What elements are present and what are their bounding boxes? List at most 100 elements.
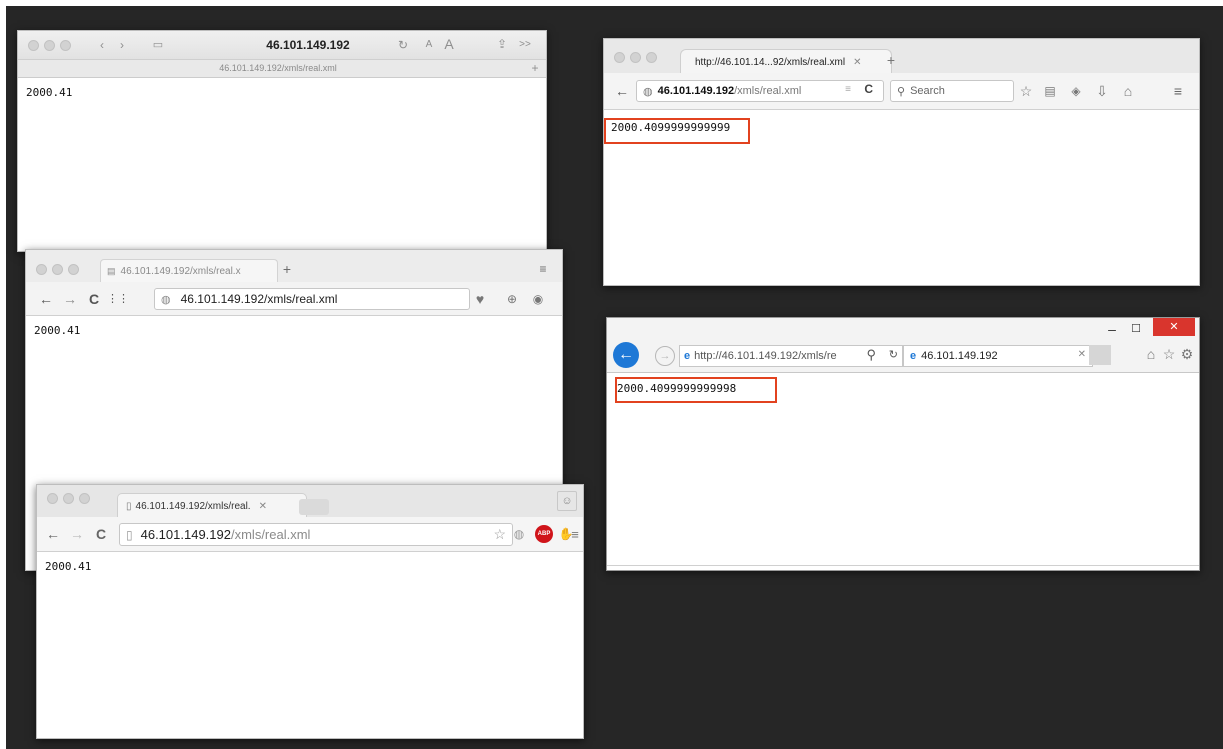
chrome-menu-icon[interactable]: ≡ bbox=[569, 526, 581, 542]
close-tab-icon[interactable]: ✕ bbox=[259, 501, 267, 512]
back-icon[interactable]: ← bbox=[38, 291, 54, 307]
safari-toolbar: ‹ › ▭ 46.101.149.192 ↻ A A ⇪ >> bbox=[18, 31, 546, 60]
highlight-box-firefox bbox=[604, 118, 750, 144]
download-icon[interactable]: ⊕ bbox=[504, 291, 520, 307]
forward-icon[interactable]: › bbox=[114, 37, 130, 53]
chrome-toolbar: ← → C ▯ 46.101.149.192 /xmls/real.xml ☆ … bbox=[37, 517, 583, 552]
firefox-address-bar[interactable]: ◍ 46.101.149.192 /xmls/real.xml ≡ C bbox=[636, 80, 884, 102]
tab-menu-icon[interactable]: ≡ bbox=[536, 262, 550, 276]
forward-icon[interactable]: → bbox=[69, 526, 85, 542]
ie-address-bar[interactable]: e http://46.101.149.192/xmls/re ⚲ ↻ bbox=[679, 345, 903, 367]
new-tab-button[interactable] bbox=[299, 499, 329, 515]
firefox-url-path: /xmls/real.xml bbox=[734, 85, 802, 97]
new-tab-icon[interactable]: + bbox=[528, 61, 542, 75]
firefox-search-placeholder: Search bbox=[910, 85, 945, 97]
ie-logo-icon: e bbox=[910, 350, 917, 362]
chrome-address-bar[interactable]: ▯ 46.101.149.192 /xmls/real.xml ☆ bbox=[119, 523, 513, 546]
adblock-plus-icon[interactable]: ABP bbox=[535, 525, 553, 543]
safari-tab-url[interactable]: 46.101.149.192/xmls/real.xml bbox=[138, 63, 418, 73]
home-icon[interactable]: ⌂ bbox=[1120, 83, 1136, 99]
xml-value: 2000.41 bbox=[26, 86, 73, 99]
maximize-icon[interactable]: ☐ bbox=[1127, 321, 1145, 337]
ie-url: http://46.101.149.192/xmls/re bbox=[694, 350, 837, 362]
bookmark-star-icon[interactable]: ☆ bbox=[1018, 83, 1034, 99]
favorites-star-icon[interactable]: ☆ bbox=[1161, 346, 1177, 362]
firefox-search-bar[interactable]: ⚲ Search bbox=[890, 80, 1014, 102]
pocket-icon[interactable]: ◈ bbox=[1068, 83, 1084, 99]
firefox-tab-strip: http://46.101.14...92/xmls/real.xml ✕ + bbox=[604, 39, 1199, 74]
window-controls[interactable] bbox=[28, 40, 71, 51]
opera-toolbar: ← → C ⋮⋮ ◍ 46.101.149.192/xmls/real.xml … bbox=[26, 282, 562, 316]
back-icon[interactable]: ← bbox=[614, 83, 630, 99]
ie-tab-title: 46.101.149.192 bbox=[921, 350, 998, 362]
xml-value: 2000.41 bbox=[34, 324, 81, 337]
overflow-button[interactable]: >> bbox=[515, 38, 535, 52]
heart-icon[interactable]: ♥ bbox=[472, 291, 488, 307]
firefox-tab-title: http://46.101.14...92/xmls/real.xml bbox=[695, 56, 846, 68]
back-icon[interactable]: ‹ bbox=[94, 37, 110, 53]
search-icon: ⚲ bbox=[897, 85, 906, 98]
reload-icon[interactable]: C bbox=[864, 82, 873, 96]
close-tab-icon[interactable]: ✕ bbox=[1078, 349, 1086, 360]
speed-dial-icon[interactable]: ⋮⋮ bbox=[107, 291, 129, 307]
reload-icon[interactable]: ↻ bbox=[889, 348, 898, 361]
sidebar-icon[interactable]: ▭ bbox=[150, 37, 166, 53]
font-small-button[interactable]: A bbox=[422, 38, 436, 52]
close-icon[interactable]: ✕ bbox=[1153, 318, 1195, 336]
window-controls[interactable] bbox=[614, 52, 657, 63]
forward-icon[interactable]: → bbox=[655, 346, 675, 366]
new-tab-icon[interactable]: + bbox=[884, 53, 898, 67]
font-large-button[interactable]: A bbox=[441, 36, 457, 52]
ie-navigation-bar: ← → e http://46.101.149.192/xmls/re ⚲ ↻ … bbox=[607, 340, 1199, 373]
profile-icon[interactable]: ☺ bbox=[557, 491, 577, 511]
reader-icon[interactable]: ≡ bbox=[845, 84, 851, 95]
chrome-url-path: /xmls/real.xml bbox=[230, 527, 311, 542]
globe-icon: ◍ bbox=[161, 293, 171, 306]
bookmark-star-icon[interactable]: ☆ bbox=[493, 526, 506, 543]
forward-icon[interactable]: → bbox=[62, 291, 78, 307]
firefox-window: http://46.101.14...92/xmls/real.xml ✕ + … bbox=[603, 38, 1200, 286]
reload-icon[interactable]: C bbox=[86, 291, 102, 307]
safari-tab-bar: 46.101.149.192/xmls/real.xml + bbox=[18, 60, 546, 78]
ie-logo-icon: e bbox=[684, 350, 691, 362]
search-icon[interactable]: ⚲ bbox=[866, 347, 876, 363]
page-icon: ▤ bbox=[107, 266, 116, 276]
back-icon[interactable]: ← bbox=[613, 342, 639, 368]
page-icon: ▯ bbox=[126, 500, 132, 512]
chrome-page-content: 2000.41 bbox=[37, 552, 583, 738]
chrome-tab-strip: ▯ 46.101.149.192/xmls/real. ✕ ☺ bbox=[37, 485, 583, 518]
ie-new-tab-button[interactable] bbox=[1089, 345, 1111, 365]
minimize-icon[interactable]: – bbox=[1103, 321, 1121, 337]
back-icon[interactable]: ← bbox=[45, 526, 61, 542]
opera-address-bar[interactable]: ◍ 46.101.149.192/xmls/real.xml bbox=[154, 288, 470, 310]
chrome-url-host: 46.101.149.192 bbox=[140, 527, 231, 542]
opera-tab-title: 46.101.149.192/xmls/real.x bbox=[120, 266, 241, 277]
ie-tab[interactable]: e 46.101.149.192 ✕ bbox=[903, 345, 1093, 367]
bookmarks-menu-icon[interactable]: ▤ bbox=[1042, 83, 1058, 99]
close-tab-icon[interactable]: ✕ bbox=[853, 57, 861, 68]
settings-gear-icon[interactable]: ⚙ bbox=[1179, 346, 1195, 362]
ie-title-bar: – ☐ ✕ bbox=[607, 318, 1199, 340]
firefox-tab[interactable]: http://46.101.14...92/xmls/real.xml ✕ bbox=[680, 49, 892, 74]
opera-tab[interactable]: ▤ 46.101.149.192/xmls/real.x bbox=[100, 259, 278, 283]
firefox-menu-icon[interactable]: ≡ bbox=[1170, 83, 1186, 99]
new-tab-icon[interactable]: + bbox=[280, 262, 294, 276]
safari-window: ‹ › ▭ 46.101.149.192 ↻ A A ⇪ >> 46.101.1… bbox=[17, 30, 547, 252]
opera-tab-strip: ▤ 46.101.149.192/xmls/real.x + ≡ bbox=[26, 250, 562, 283]
opera-url: 46.101.149.192/xmls/real.xml bbox=[180, 292, 338, 306]
window-controls[interactable] bbox=[47, 493, 90, 504]
safari-page-content: 2000.41 bbox=[18, 78, 546, 251]
reload-icon[interactable]: ↻ bbox=[395, 37, 411, 53]
page-icon: ▯ bbox=[126, 527, 133, 542]
home-icon[interactable]: ⌂ bbox=[1143, 346, 1159, 362]
chrome-tab[interactable]: ▯ 46.101.149.192/xmls/real. ✕ bbox=[117, 493, 307, 518]
reload-icon[interactable]: C bbox=[93, 526, 109, 542]
share-icon[interactable]: ⇪ bbox=[494, 36, 510, 52]
account-icon[interactable]: ◉ bbox=[530, 291, 546, 307]
extension-globe-icon[interactable]: ◍ bbox=[511, 526, 527, 542]
window-controls[interactable] bbox=[36, 264, 79, 275]
firefox-toolbar: ← ◍ 46.101.149.192 /xmls/real.xml ≡ C ⚲ … bbox=[604, 73, 1199, 110]
xml-value: 2000.41 bbox=[45, 560, 92, 573]
download-icon[interactable]: ⇩ bbox=[1094, 83, 1110, 99]
firefox-url-host: 46.101.149.192 bbox=[657, 85, 735, 97]
